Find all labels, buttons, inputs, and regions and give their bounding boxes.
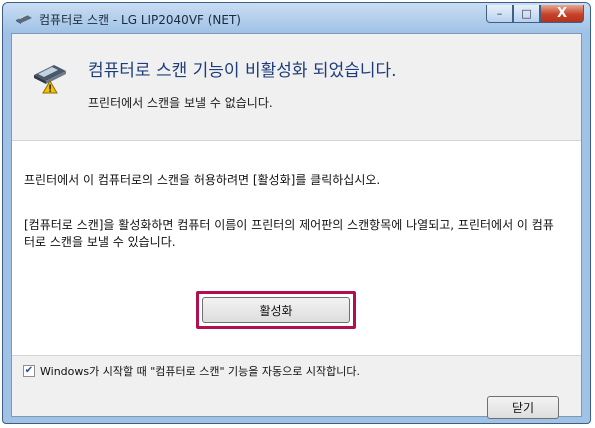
instruction-text: 프린터에서 이 컴퓨터로의 스캔을 허용하려면 [활성화]를 클릭하십시오. bbox=[24, 173, 381, 187]
activate-button[interactable]: 활성화 bbox=[202, 297, 350, 323]
scanner-icon bbox=[16, 14, 32, 24]
window-title: 컴퓨터로 스캔 - LG LIP2040VF (NET) bbox=[39, 13, 241, 27]
dialog-window: 컴퓨터로 스캔 - LG LIP2040VF (NET) – □ X 컴퓨터로 … bbox=[2, 2, 591, 424]
window-controls: – □ X bbox=[486, 5, 584, 25]
status-subline: 프린터에서 스캔을 보낼 수 없습니다. bbox=[88, 96, 273, 110]
maximize-button[interactable]: □ bbox=[513, 5, 540, 23]
autostart-label[interactable]: Windows가 시작할 때 "컴퓨터로 스캔" 기능을 자동으로 시작합니다. bbox=[40, 363, 360, 379]
activate-button-highlight: 활성화 bbox=[196, 291, 356, 329]
close-button[interactable]: 닫기 bbox=[487, 396, 559, 419]
close-window-button[interactable]: X bbox=[540, 5, 584, 23]
autostart-checkbox[interactable]: ✔ bbox=[23, 365, 35, 377]
description-text: [컴퓨터로 스캔]을 활성화하면 컴퓨터 이름이 프린터의 제어판의 스캔항목에… bbox=[24, 218, 554, 249]
info-panel: 프린터에서 이 컴퓨터로의 스캔을 허용하려면 [활성화]를 클릭하십시오. [… bbox=[12, 140, 581, 356]
status-headline: 컴퓨터로 스캔 기능이 비활성화 되었습니다. bbox=[88, 61, 397, 81]
scanner-warning-icon bbox=[34, 65, 66, 94]
checkmark-icon: ✔ bbox=[24, 365, 34, 376]
autostart-option[interactable]: ✔ Windows가 시작할 때 "컴퓨터로 스캔" 기능을 자동으로 시작합니… bbox=[23, 363, 360, 379]
title-bar[interactable]: 컴퓨터로 스캔 - LG LIP2040VF (NET) – □ X bbox=[3, 3, 590, 33]
dialog-header: 컴퓨터로 스캔 기능이 비활성화 되었습니다. 프린터에서 스캔을 보낼 수 없… bbox=[12, 34, 581, 142]
dialog-client-area: 컴퓨터로 스캔 기능이 비활성화 되었습니다. 프린터에서 스캔을 보낼 수 없… bbox=[11, 33, 582, 419]
minimize-button[interactable]: – bbox=[486, 5, 513, 23]
